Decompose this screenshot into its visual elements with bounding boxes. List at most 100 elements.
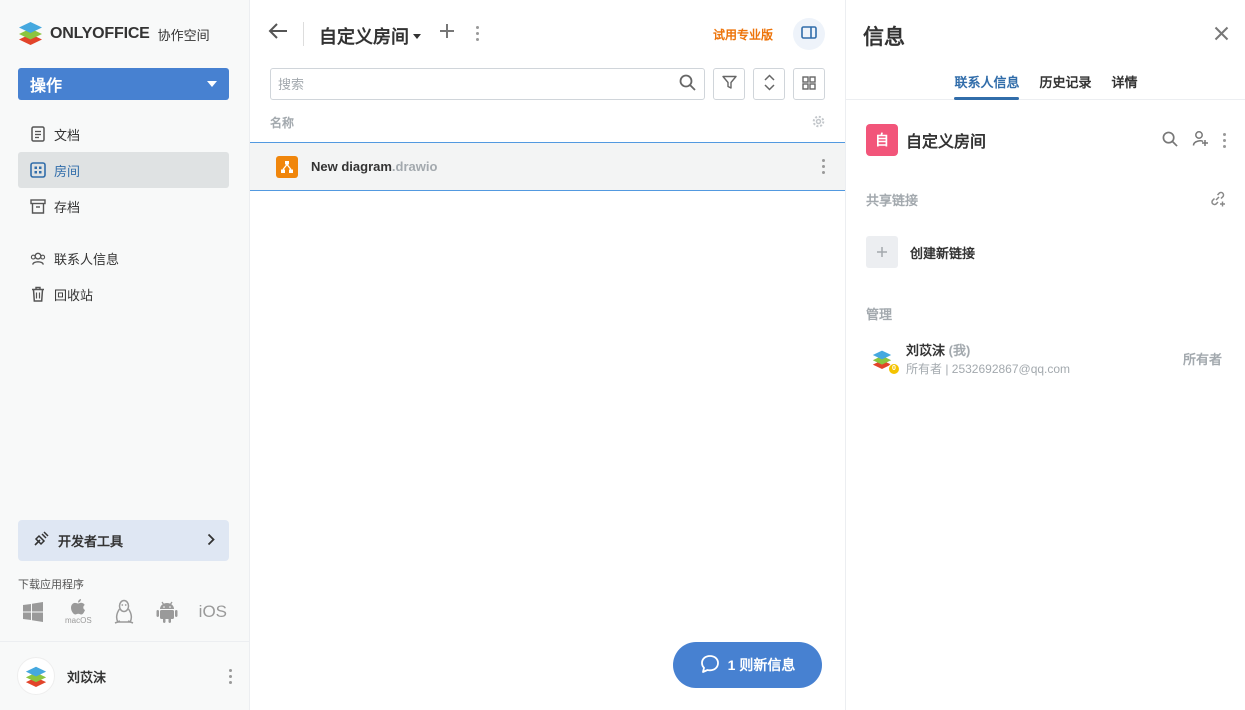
caret-down-icon bbox=[413, 33, 421, 39]
developer-tools-label: 开发者工具 bbox=[58, 534, 124, 549]
tab-details[interactable]: 详情 bbox=[1112, 72, 1138, 100]
document-icon bbox=[30, 126, 46, 142]
sidebar-item-trash[interactable]: 回收站 bbox=[18, 276, 229, 312]
filter-icon bbox=[721, 75, 737, 93]
sidebar-item-label: 回收站 bbox=[54, 287, 94, 303]
file-name: New diagram.drawio bbox=[311, 159, 822, 174]
member-me-tag: (我) bbox=[948, 343, 971, 358]
sidebar-item-label: 存档 bbox=[54, 199, 81, 215]
column-name-header[interactable]: 名称 bbox=[270, 114, 294, 131]
tab-history[interactable]: 历史记录 bbox=[1039, 72, 1091, 100]
download-apps-row: macOS iOS bbox=[22, 598, 227, 625]
sort-button[interactable] bbox=[753, 68, 785, 100]
search-icon[interactable] bbox=[1162, 131, 1178, 150]
caret-down-icon bbox=[207, 81, 217, 87]
new-messages-button[interactable]: 1 则新信息 bbox=[673, 642, 822, 688]
administrators-label: 管理 bbox=[866, 307, 893, 322]
row-more-options-icon[interactable] bbox=[822, 159, 825, 174]
info-panel-toggle-button[interactable] bbox=[793, 18, 825, 50]
file-title: New diagram bbox=[311, 159, 392, 174]
list-item[interactable]: 0 刘苡沫 (我) 所有者 | 2532692867@qq.com 所有者 bbox=[866, 340, 1222, 377]
sidebar-item-rooms[interactable]: 房间 bbox=[18, 152, 229, 188]
grid-view-icon bbox=[802, 75, 816, 93]
member-info: 刘苡沫 (我) 所有者 | 2532692867@qq.com bbox=[906, 340, 1183, 377]
main-header: 自定义房间 试用专业版 bbox=[250, 18, 845, 50]
download-apps-label: 下载应用程序 bbox=[18, 579, 84, 591]
search-icon[interactable] bbox=[679, 74, 696, 94]
chevron-right-icon bbox=[207, 533, 215, 549]
sort-icon bbox=[762, 74, 777, 94]
add-icon[interactable] bbox=[438, 22, 456, 43]
table-row[interactable]: New diagram.drawio bbox=[250, 142, 845, 191]
file-extension: .drawio bbox=[391, 159, 438, 174]
room-title: 自定义房间 bbox=[319, 27, 409, 47]
room-badge: 自 bbox=[866, 124, 898, 156]
more-options-icon[interactable] bbox=[229, 668, 232, 684]
member-name-text: 刘苡沫 bbox=[906, 343, 946, 358]
trash-icon bbox=[30, 286, 46, 302]
settings-gear-icon[interactable] bbox=[812, 115, 825, 131]
user-profile[interactable]: 刘苡沫 bbox=[0, 641, 249, 710]
windows-icon[interactable] bbox=[22, 601, 44, 623]
room-title-dropdown[interactable]: 自定义房间 bbox=[319, 23, 421, 49]
create-new-link-label: 创建新链接 bbox=[910, 245, 976, 261]
room-name: 自定义房间 bbox=[906, 134, 987, 151]
new-messages-label: 1 则新信息 bbox=[727, 657, 796, 673]
sidebar-item-archive[interactable]: 存档 bbox=[18, 188, 229, 224]
ios-icon[interactable]: iOS bbox=[199, 602, 227, 622]
brand-name: ONLYOFFICE bbox=[50, 25, 150, 42]
info-panel-title: 信息 bbox=[863, 26, 905, 49]
developer-tools-icon bbox=[32, 530, 50, 551]
android-icon[interactable] bbox=[156, 600, 178, 624]
view-toggle-button[interactable] bbox=[793, 68, 825, 100]
plus-icon bbox=[866, 236, 898, 268]
more-options-icon[interactable] bbox=[1223, 132, 1226, 148]
divider bbox=[303, 22, 304, 46]
add-user-icon[interactable] bbox=[1192, 130, 1209, 150]
macos-label: macOS bbox=[65, 616, 92, 625]
add-link-icon[interactable] bbox=[1209, 190, 1226, 210]
sidebar-item-label: 文档 bbox=[54, 127, 81, 143]
owner-badge: 0 bbox=[888, 362, 900, 375]
chat-bubble-icon bbox=[700, 654, 720, 677]
try-pro-link[interactable]: 试用专业版 bbox=[713, 26, 773, 43]
table-header: 名称 bbox=[270, 114, 825, 131]
contacts-icon bbox=[30, 250, 46, 266]
search-input[interactable] bbox=[278, 76, 658, 92]
brand-subtitle: 协作空间 bbox=[157, 27, 210, 43]
info-tabs: 联系人信息 历史记录 详情 bbox=[846, 72, 1245, 100]
sidebar-item-contacts[interactable]: 联系人信息 bbox=[18, 240, 229, 276]
logo[interactable]: ONLYOFFICE 协作空间 bbox=[17, 20, 210, 48]
sidebar-nav: 文档 房间 存档 联系人信息 回收站 bbox=[18, 116, 229, 312]
close-icon[interactable] bbox=[1214, 26, 1229, 44]
tab-contacts[interactable]: 联系人信息 bbox=[954, 72, 1020, 100]
actions-button-label: 操作 bbox=[30, 78, 63, 95]
user-name: 刘苡沫 bbox=[67, 669, 107, 685]
sidebar-item-label: 房间 bbox=[54, 163, 81, 179]
filter-button[interactable] bbox=[713, 68, 745, 100]
sidebar-item-documents[interactable]: 文档 bbox=[18, 116, 229, 152]
member-name: 刘苡沫 (我) bbox=[906, 340, 1183, 359]
avatar bbox=[17, 657, 55, 695]
developer-tools-button[interactable]: 开发者工具 bbox=[18, 520, 229, 561]
member-role: 所有者 bbox=[1182, 352, 1222, 367]
shared-links-label: 共享链接 bbox=[866, 193, 919, 208]
room-summary: 自 自定义房间 bbox=[866, 124, 1226, 156]
panel-icon bbox=[801, 26, 817, 42]
sidebar: ONLYOFFICE 协作空间 操作 文档 房间 存档 联系人信息 回收站 开发… bbox=[0, 0, 250, 710]
onlyoffice-logo-icon bbox=[17, 20, 44, 48]
macos-icon[interactable]: macOS bbox=[65, 598, 92, 625]
search-box bbox=[270, 68, 705, 100]
create-new-link-button[interactable]: 创建新链接 bbox=[866, 236, 975, 268]
archive-icon bbox=[30, 198, 46, 214]
room-actions bbox=[1162, 130, 1226, 150]
actions-button[interactable]: 操作 bbox=[18, 68, 229, 100]
linux-icon[interactable] bbox=[113, 599, 135, 625]
main-content: 自定义房间 试用专业版 名称 bbox=[250, 0, 845, 710]
rooms-icon bbox=[30, 162, 46, 178]
back-arrow-icon[interactable] bbox=[268, 22, 288, 43]
avatar: 0 bbox=[866, 343, 900, 375]
more-options-icon[interactable] bbox=[476, 26, 479, 41]
drawio-file-icon bbox=[276, 155, 298, 178]
